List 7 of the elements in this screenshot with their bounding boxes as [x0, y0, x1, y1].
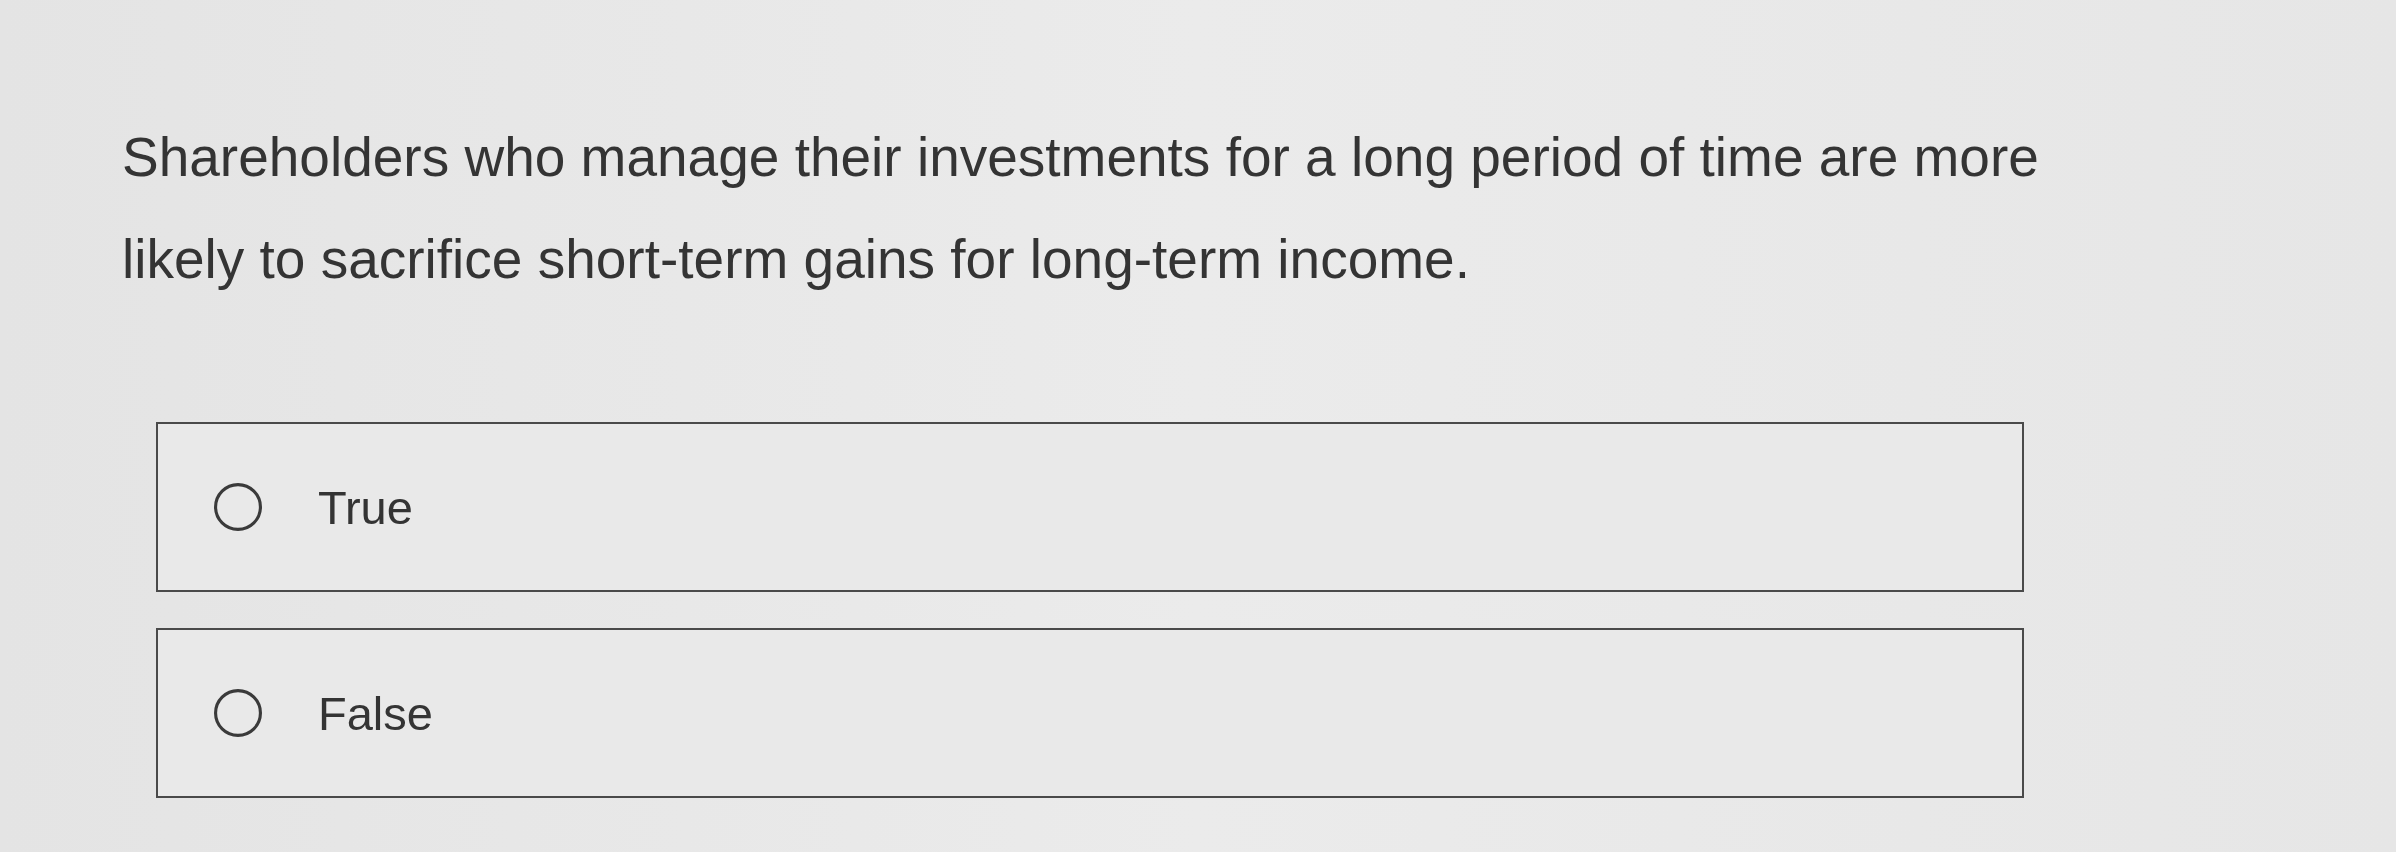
question-text: Shareholders who manage their investments for a long period of time are more likely to sacrifice short-term gains for long-term income. — [122, 125, 2040, 292]
radio-button-icon[interactable] — [214, 483, 262, 531]
answer-option[interactable]: False — [156, 628, 2024, 798]
option-label: False — [318, 685, 433, 741]
radio-button-icon[interactable] — [214, 689, 262, 737]
option-label: True — [318, 479, 413, 535]
answer-option[interactable]: True — [156, 422, 2024, 592]
